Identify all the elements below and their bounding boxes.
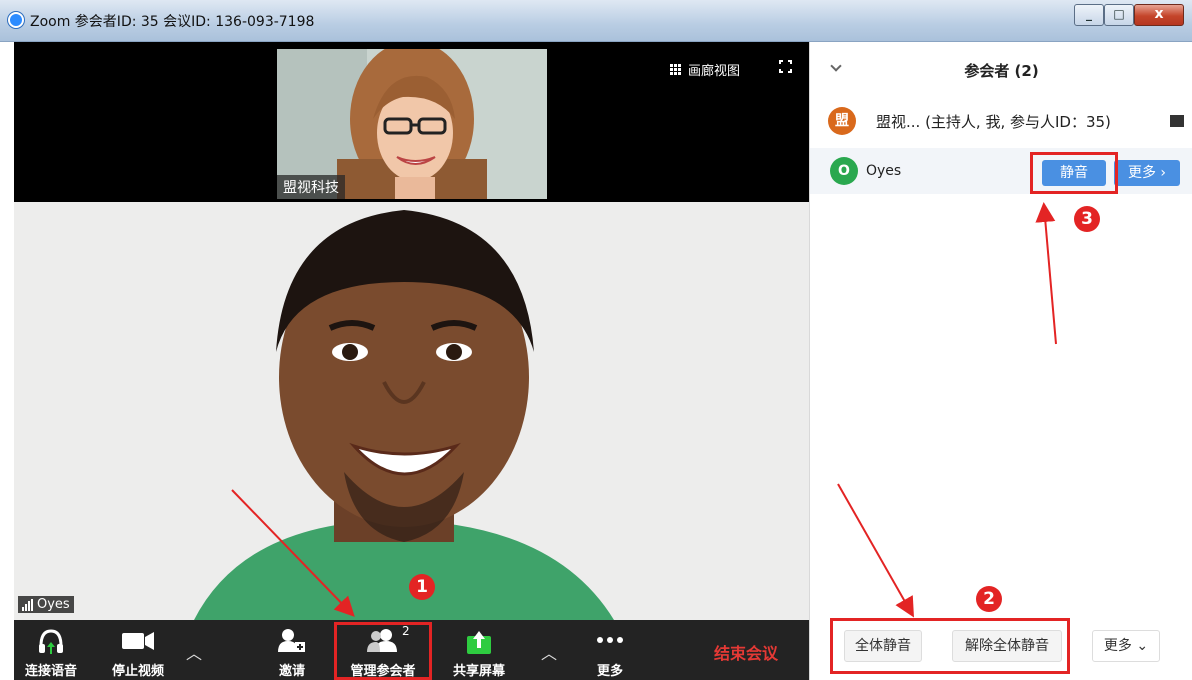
join-audio-button[interactable]: 连接语音	[16, 620, 86, 680]
minimize-button[interactable]: _	[1074, 4, 1104, 26]
minimize-icon: _	[1086, 7, 1092, 21]
stop-video-label: 停止视频	[111, 664, 164, 679]
maximize-button[interactable]: □	[1104, 4, 1134, 26]
share-screen-icon	[467, 631, 491, 654]
join-audio-label: 连接语音	[24, 664, 77, 679]
panel-more-button[interactable]: 更多 ⌄	[1092, 630, 1160, 662]
panel-footer: 全体静音 解除全体静音 更多 ⌄	[810, 612, 1192, 680]
speaker-name: Oyes	[37, 597, 70, 612]
share-screen-button[interactable]: 共享屏幕	[444, 620, 514, 680]
end-meeting-button[interactable]: 结束会议	[714, 640, 778, 664]
panel-title: 参会者 (2)	[964, 62, 1039, 80]
highlight-box-manage	[334, 622, 432, 680]
participant-name: 盟视... (主持人, 我, 参与人ID：35)	[876, 113, 1111, 131]
fullscreen-icon[interactable]	[779, 60, 792, 73]
maximize-icon: □	[1113, 7, 1125, 21]
avatar: O	[830, 157, 858, 185]
headphone-icon	[39, 629, 63, 654]
invite-user-icon	[278, 629, 305, 652]
more-button[interactable]: 更多	[580, 620, 640, 680]
meeting-toolbar: 连接语音 停止视频 ︿ 邀请 2 管理参会者 共享屏幕 ︿ 更多 结束会议	[14, 620, 809, 680]
highlight-box-mute-all	[830, 618, 1070, 674]
zoom-logo-icon	[8, 12, 24, 28]
avatar: 盟	[828, 107, 856, 135]
gallery-view-label: 画廊视图	[688, 64, 741, 79]
participants-panel: 参会者 (2) 盟 盟视... (主持人, 我, 参与人ID：35) O Oye…	[809, 42, 1192, 680]
video-options-chevron-icon[interactable]: ︿	[186, 640, 202, 664]
participant-more-button[interactable]: 更多 ›	[1114, 160, 1180, 186]
man-portrait-image	[14, 202, 809, 620]
more-label: 更多	[596, 664, 623, 679]
share-screen-label: 共享屏幕	[452, 664, 505, 679]
stop-video-button[interactable]: 停止视频	[100, 620, 176, 680]
participant-row[interactable]: 盟 盟视... (主持人, 我, 参与人ID：35)	[810, 98, 1192, 144]
close-button[interactable]: x	[1134, 4, 1184, 26]
participant-thumbnail[interactable]: 盟视科技	[277, 49, 547, 199]
panel-header: 参会者 (2)	[810, 42, 1192, 98]
participant-name: Oyes	[866, 163, 902, 179]
thumbnail-name-label: 盟视科技	[277, 175, 345, 199]
speaker-name-tag: Oyes	[18, 596, 74, 613]
highlight-box-mute	[1030, 152, 1118, 194]
active-speaker-video: Oyes	[14, 202, 809, 620]
camera-icon	[122, 632, 154, 650]
step-badge-2: 2	[976, 586, 1002, 612]
grid-icon	[670, 63, 682, 76]
window-titlebar: Zoom 参会者ID: 35 会议ID: 136-093-7198 _ □ x	[0, 0, 1192, 42]
video-status-icon	[1170, 115, 1184, 127]
participant-row[interactable]: O Oyes 静音 更多 ›	[810, 148, 1192, 194]
step-badge-3: 3	[1074, 206, 1100, 232]
window-title: Zoom 参会者ID: 35 会议ID: 136-093-7198	[30, 14, 315, 30]
invite-label: 邀请	[278, 664, 305, 679]
more-dots-icon	[597, 637, 623, 643]
share-options-chevron-icon[interactable]: ︿	[541, 640, 557, 664]
signal-strength-icon	[22, 598, 33, 611]
gallery-view-button[interactable]: 画廊视图	[670, 60, 740, 79]
invite-button[interactable]: 邀请	[262, 620, 322, 680]
close-icon: x	[1154, 6, 1164, 22]
step-badge-1: 1	[409, 574, 435, 600]
